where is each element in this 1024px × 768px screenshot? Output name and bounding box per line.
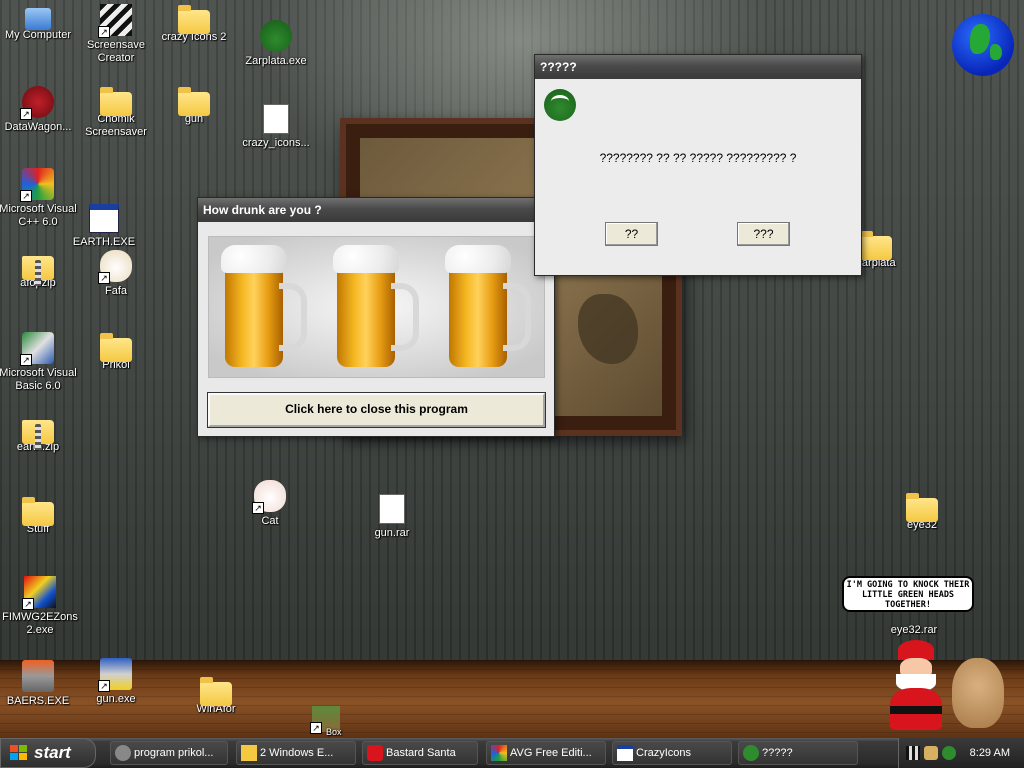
desktop-icon-stuff[interactable]: Stuff bbox=[0, 496, 78, 536]
taskbar: start program prikol... 2 Windows E... B… bbox=[0, 738, 1024, 768]
avg-icon bbox=[491, 745, 507, 761]
desktop-icon-gun-exe[interactable]: ↗ gun.exe bbox=[76, 658, 156, 706]
baers-icon bbox=[22, 660, 54, 692]
taskbar-button-bastard-santa[interactable]: Bastard Santa bbox=[362, 741, 478, 765]
cat-face-icon: ↗ bbox=[98, 250, 132, 284]
hamster-tray-icon[interactable] bbox=[924, 746, 938, 760]
folder-icon bbox=[178, 87, 210, 116]
visual-cpp-icon: ↗ bbox=[20, 168, 54, 202]
sberbank-logo-icon bbox=[743, 745, 759, 761]
sberbank-logo-icon bbox=[260, 20, 292, 52]
desktop-icon-gun-folder[interactable]: gun bbox=[154, 86, 234, 126]
window-app-icon bbox=[89, 204, 119, 233]
desktop-icon-crazy-icons-2[interactable]: crazy Icons 2 bbox=[154, 4, 234, 44]
start-button[interactable]: start bbox=[0, 738, 96, 768]
document-icon bbox=[263, 104, 289, 134]
zip-folder-icon bbox=[22, 420, 54, 450]
santa-character[interactable] bbox=[884, 640, 946, 738]
shortcut-arrow-icon: ↗ bbox=[20, 108, 32, 120]
shortcut-arrow-icon: ↗ bbox=[252, 502, 264, 514]
folder-icon bbox=[860, 231, 892, 260]
desktop-icon-winafor[interactable]: WinAfor bbox=[176, 676, 256, 716]
shortcut-arrow-icon: ↗ bbox=[20, 190, 32, 202]
desktop-icon-datawagon[interactable]: ↗ DataWagon... bbox=[0, 86, 78, 134]
desktop: My Computer ↗ DataWagon... ↗ Microsoft V… bbox=[0, 0, 1024, 738]
hamster-character bbox=[952, 658, 1004, 728]
cat-face-icon: ↗ bbox=[252, 480, 286, 514]
desktop-icon-crazy-icons-exe[interactable]: ↗ FIMWG2EZons 2.exe bbox=[0, 576, 80, 637]
network-icon[interactable] bbox=[906, 746, 920, 760]
beer-mug-icon bbox=[219, 245, 307, 371]
desktop-icon-earth-zip[interactable]: earth.zip bbox=[0, 414, 78, 454]
santa-icon bbox=[367, 745, 383, 761]
clapperboard-icon: ↗ bbox=[98, 4, 132, 38]
globe-icon bbox=[952, 14, 1014, 76]
clock[interactable]: 8:29 AM bbox=[970, 738, 1010, 768]
zip-folder-icon bbox=[22, 256, 54, 286]
folder-icon bbox=[100, 333, 132, 362]
desktop-icon-chomik-screensaver[interactable]: Chomik Screensaver bbox=[76, 86, 156, 139]
desktop-icon-eye32[interactable]: eye32 bbox=[882, 492, 962, 532]
window-title[interactable]: How drunk are you ? bbox=[198, 198, 554, 222]
desktop-icon-earth-exe[interactable]: EARTH.EXE bbox=[64, 204, 144, 249]
crazy-icons-exe-icon: ↗ bbox=[22, 576, 56, 610]
desktop-icon-prikol[interactable]: Prikol bbox=[76, 332, 156, 372]
dialog-title[interactable]: ????? bbox=[535, 55, 861, 79]
desktop-icon-gun-rar[interactable]: gun.rar bbox=[352, 494, 432, 540]
computer-icon bbox=[25, 8, 51, 30]
system-tray: 8:29 AM bbox=[898, 738, 1024, 768]
shortcut-arrow-icon: ↗ bbox=[98, 680, 110, 692]
speaker-icon[interactable] bbox=[942, 746, 956, 760]
desktop-icon-fafa[interactable]: ↗ Fafa bbox=[76, 250, 156, 298]
beer-panel bbox=[208, 236, 545, 378]
taskbar-button-crazyicons[interactable]: CrazyIcons bbox=[612, 741, 732, 765]
desktop-icon-box[interactable]: ↗ Box bbox=[296, 706, 356, 737]
desktop-icon-eye32-rar[interactable]: eye32.rar bbox=[874, 624, 954, 637]
shortcut-arrow-icon: ↗ bbox=[20, 354, 32, 366]
gun-exe-icon: ↗ bbox=[98, 658, 132, 692]
desktop-icon-baers-exe[interactable]: BAERS.EXE bbox=[0, 660, 78, 708]
visual-basic-icon: ↗ bbox=[20, 332, 54, 366]
windows-flag-icon bbox=[10, 745, 28, 761]
desktop-icon-zarplata-exe[interactable]: Zarplata.exe bbox=[236, 20, 316, 68]
start-label: start bbox=[34, 743, 71, 762]
desktop-icon-cat[interactable]: ↗ Cat bbox=[230, 480, 310, 528]
taskbar-button-windows-explorer[interactable]: 2 Windows E... bbox=[236, 741, 356, 765]
folder-icon bbox=[178, 5, 210, 34]
how-drunk-window: How drunk are you ? Click here to close … bbox=[197, 197, 555, 437]
taskbar-button-avg[interactable]: AVG Free Editi... bbox=[486, 741, 606, 765]
dialog-yes-button[interactable]: ?? bbox=[605, 222, 658, 246]
datawagon-icon: ↗ bbox=[20, 86, 54, 120]
shortcut-arrow-icon: ↗ bbox=[22, 598, 34, 610]
desktop-icon-ms-visual-basic[interactable]: ↗ Microsoft Visual Basic 6.0 bbox=[0, 332, 78, 393]
close-program-button[interactable]: Click here to close this program bbox=[207, 392, 546, 428]
shortcut-arrow-icon: ↗ bbox=[98, 26, 110, 38]
dialog-no-button[interactable]: ??? bbox=[737, 222, 790, 246]
desktop-icon-afopzip[interactable]: afopzip bbox=[0, 250, 78, 290]
beer-mug-icon bbox=[331, 245, 419, 371]
folder-icon bbox=[100, 87, 132, 116]
beer-mug-icon bbox=[443, 245, 531, 371]
folder-icon bbox=[906, 493, 938, 522]
shortcut-arrow-icon: ↗ bbox=[310, 722, 322, 734]
taskbar-button-dialog[interactable]: ????? bbox=[738, 741, 858, 765]
desktop-icon-screensaver-creator[interactable]: ↗ Screensave Creator bbox=[76, 4, 156, 65]
folder-icon bbox=[241, 745, 257, 761]
speech-bubble: I'M GOING TO KNOCK THEIR LITTLE GREEN HE… bbox=[842, 576, 974, 612]
document-icon bbox=[379, 494, 405, 524]
taskbar-button-program-prikol[interactable]: program prikol... bbox=[110, 741, 228, 765]
desktop-icon-my-computer[interactable]: My Computer bbox=[0, 4, 78, 42]
window-app-icon bbox=[617, 745, 633, 761]
folder-icon bbox=[22, 497, 54, 526]
desktop-icon-crazy-icons-file[interactable]: crazy_icons... bbox=[236, 104, 316, 150]
app-icon bbox=[115, 745, 131, 761]
message-dialog: ????? ???????? ?? ?? ????? ????????? ? ?… bbox=[534, 54, 862, 276]
folder-icon bbox=[200, 677, 232, 706]
dialog-message: ???????? ?? ?? ????? ????????? ? bbox=[599, 151, 797, 165]
sberbank-logo-icon bbox=[544, 89, 576, 121]
shortcut-arrow-icon: ↗ bbox=[98, 272, 110, 284]
